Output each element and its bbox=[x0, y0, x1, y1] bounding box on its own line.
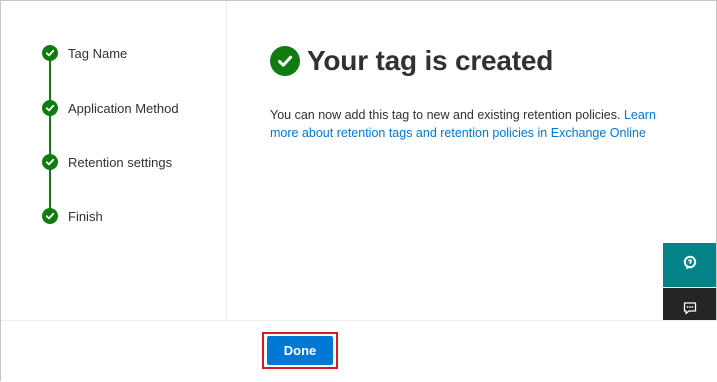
done-button[interactable]: Done bbox=[267, 336, 333, 365]
step-tag-name[interactable]: Tag Name bbox=[42, 45, 127, 61]
step-label: Retention settings bbox=[68, 154, 173, 170]
step-label: Tag Name bbox=[68, 45, 128, 61]
step-finish[interactable]: Finish bbox=[42, 208, 103, 224]
help-button[interactable] bbox=[663, 243, 716, 287]
step-application-method[interactable]: Application Method bbox=[42, 100, 179, 116]
feedback-icon bbox=[682, 300, 698, 321]
description: You can now add this tag to new and exis… bbox=[270, 106, 670, 142]
main-content: Your tag is created You can now add this… bbox=[228, 1, 716, 320]
page-title: Your tag is created bbox=[307, 45, 554, 76]
success-check-icon bbox=[270, 46, 300, 76]
wizard-stepper: Tag Name Application Method Retention se… bbox=[1, 1, 227, 320]
check-icon bbox=[42, 100, 58, 116]
description-text: You can now add this tag to new and exis… bbox=[270, 108, 624, 122]
success-header: Your tag is created bbox=[270, 45, 553, 77]
wizard-frame: Tag Name Application Method Retention se… bbox=[0, 0, 717, 382]
check-icon bbox=[42, 208, 58, 224]
check-icon bbox=[42, 154, 58, 170]
step-retention-settings[interactable]: Retention settings bbox=[42, 154, 172, 170]
help-chat-icon bbox=[682, 255, 698, 276]
step-label: Finish bbox=[68, 208, 103, 224]
check-icon bbox=[42, 45, 58, 61]
step-label: Application Method bbox=[68, 100, 179, 116]
wizard-footer bbox=[1, 320, 717, 382]
